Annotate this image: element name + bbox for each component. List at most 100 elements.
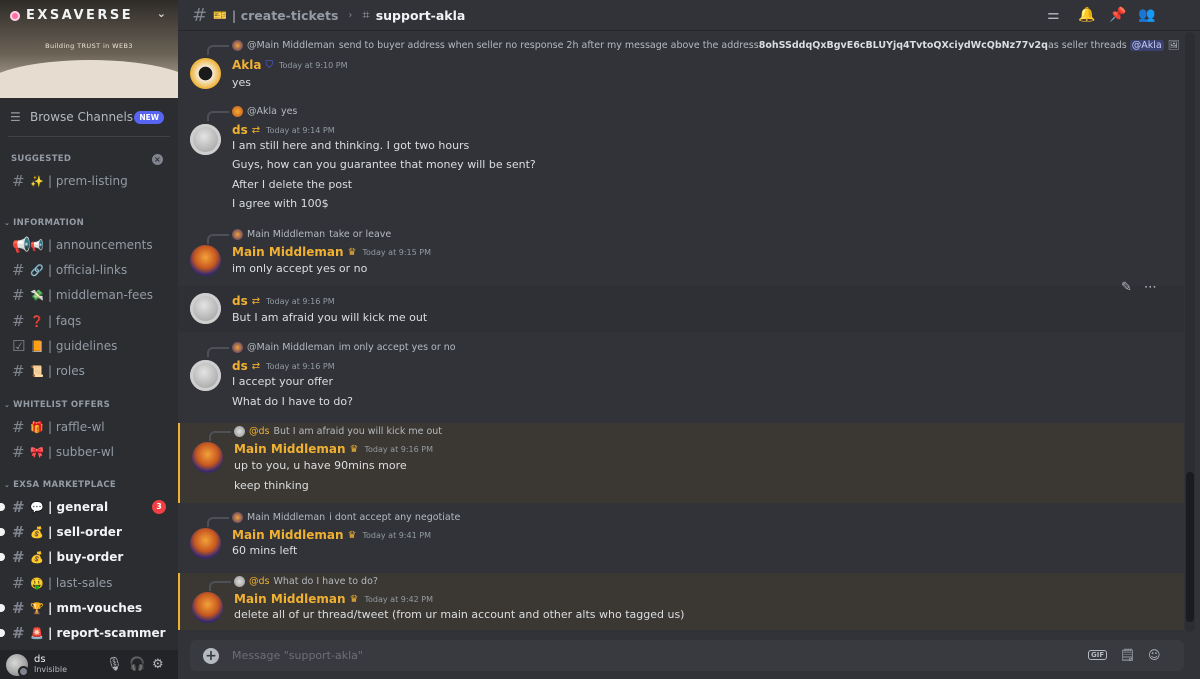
channel-label: | last-sales	[48, 576, 113, 590]
user-names[interactable]: ds Invisible	[34, 654, 67, 675]
threads-icon[interactable]: ⚌	[1047, 7, 1060, 23]
message-author[interactable]: Main Middleman	[232, 528, 344, 542]
timestamp: Today at 9:16 PM	[266, 296, 335, 306]
avatar[interactable]	[190, 528, 221, 559]
channel-sell-order[interactable]: # 💰 | sell-order	[0, 521, 172, 543]
message[interactable]: Main Middleman take or leave Main Middle…	[178, 225, 1184, 277]
message-author[interactable]: ds	[232, 359, 248, 373]
emoji-icon[interactable]: ☺	[1148, 648, 1161, 662]
message[interactable]: @Main Middleman im only accept yes or no…	[178, 338, 1184, 414]
hash-thread-icon: #	[12, 443, 25, 461]
channel-official-links[interactable]: # 🔗 | official-links	[6, 259, 172, 281]
message-text: I agree with 100$	[232, 197, 329, 210]
shield-icon: ⛉	[265, 59, 273, 71]
message-text: But I am afraid you will kick me out	[232, 311, 428, 324]
gear-icon[interactable]: ⚙	[152, 657, 164, 672]
reply-author: @ds	[249, 426, 270, 437]
close-icon[interactable]: ×	[152, 153, 163, 165]
avatar[interactable]	[6, 653, 29, 677]
channel-buy-order[interactable]: # 💰 | buy-order	[0, 546, 172, 568]
plus-icon[interactable]: +	[203, 647, 219, 664]
timestamp: Today at 9:16 PM	[364, 444, 433, 454]
message-mention-highlight[interactable]: @ds But I am afraid you will kick me out…	[178, 423, 1184, 503]
timestamp: Today at 9:42 PM	[364, 594, 433, 604]
crown-badge-icon: ♛	[347, 246, 357, 258]
message[interactable]: @Main Middleman send to buyer address wh…	[178, 36, 1184, 94]
message-author[interactable]: Akla	[232, 58, 261, 72]
avatar[interactable]	[192, 442, 223, 473]
message-header: ds ⇄ Today at 9:16 PM	[232, 294, 335, 308]
message-mention-highlight[interactable]: @ds What do I have to do? Main Middleman…	[178, 573, 1184, 630]
message-author[interactable]: Main Middleman	[234, 592, 346, 606]
gif-icon[interactable]: GIF	[1088, 650, 1108, 660]
more-options-icon[interactable]: ⋯	[1144, 280, 1157, 295]
channel-guidelines[interactable]: ☑ 📙 | guidelines	[6, 335, 172, 357]
avatar	[232, 40, 243, 51]
avatar[interactable]	[190, 124, 221, 155]
headphones-icon[interactable]: 🎧	[129, 657, 145, 672]
avatar[interactable]	[192, 592, 223, 623]
channel-raffle-wl[interactable]: # 🎁 | raffle-wl	[6, 416, 172, 438]
avatar[interactable]	[190, 293, 221, 324]
channel-label: | prem-listing	[48, 174, 128, 188]
server-logo-icon	[10, 10, 20, 21]
channel-mm-vouches[interactable]: # 🏆 | mm-vouches	[0, 597, 172, 619]
scrollbar-thumb[interactable]	[1186, 472, 1194, 622]
channel-announcements[interactable]: 📢 📢 | announcements	[6, 234, 172, 256]
browse-channels[interactable]: ☰ Browse Channels NEW	[10, 108, 170, 126]
money-wings-icon: 💸	[30, 288, 44, 302]
bell-icon[interactable]: 🔔	[1078, 7, 1095, 23]
reply-preview[interactable]: Main Middleman take or leave	[207, 229, 391, 244]
message[interactable]: Main Middleman i dont accept any negotia…	[178, 508, 1184, 564]
channel-label: | guidelines	[48, 339, 118, 353]
microphone-icon[interactable]: 🎙	[106, 657, 123, 672]
category-suggested[interactable]: SUGGESTED ×	[11, 153, 163, 165]
reply-preview[interactable]: @ds But I am afraid you will kick me out	[209, 426, 442, 441]
channel-roles[interactable]: # 📜 | roles	[6, 360, 172, 382]
category-marketplace[interactable]: ⌄ EXSA MARKETPLACE	[4, 480, 116, 490]
channel-last-sales[interactable]: # 🤑 | last-sales	[6, 572, 172, 594]
avatar[interactable]	[190, 360, 221, 391]
message-input[interactable]	[232, 649, 932, 662]
channel-prem-listing[interactable]: # ✨ | prem-listing	[6, 170, 172, 192]
reply-spine	[207, 111, 229, 121]
channel-label: | official-links	[48, 263, 128, 277]
reply-preview[interactable]: @ds What do I have to do?	[209, 576, 378, 591]
chevron-down-icon[interactable]: ⌄	[157, 7, 166, 20]
book-icon: 📙	[30, 339, 44, 353]
reply-preview[interactable]: Main Middleman i dont accept any negotia…	[207, 512, 460, 527]
avatar[interactable]	[190, 58, 221, 89]
server-header[interactable]: EXSAVERSE ⌄	[0, 0, 178, 31]
sticker-icon[interactable]: 🗒	[1120, 648, 1135, 662]
divider	[8, 136, 170, 137]
timestamp: Today at 9:41 PM	[362, 530, 431, 540]
members-icon[interactable]: 👥	[1138, 7, 1155, 23]
category-information[interactable]: ⌄ INFORMATION	[4, 218, 84, 228]
message-text: What do I have to do?	[232, 395, 353, 408]
message-author[interactable]: Main Middleman	[234, 442, 346, 456]
avatar[interactable]	[190, 245, 221, 276]
message-author[interactable]: ds	[232, 294, 248, 308]
reply-preview[interactable]: @Main Middleman im only accept yes or no	[207, 342, 456, 357]
mention-ping[interactable]: @Akla	[1129, 40, 1164, 51]
message-author[interactable]: ds	[232, 123, 248, 137]
message[interactable]: @Akla yes ds ⇄ Today at 9:14 PM I am sti…	[178, 102, 1184, 214]
message-text: delete all of ur thread/tweet (from ur m…	[234, 608, 685, 621]
image-icon: 🖼	[1167, 40, 1180, 51]
channel-report-scammer[interactable]: # 🚨 | report-scammer	[0, 622, 172, 644]
pencil-icon[interactable]: ✎	[1121, 280, 1132, 295]
reply-preview[interactable]: @Main Middleman send to buyer address wh…	[207, 40, 1180, 55]
category-whitelist[interactable]: ⌄ WHITELIST OFFERS	[4, 400, 110, 410]
message[interactable]: ds ⇄ Today at 9:16 PM But I am afraid yo…	[178, 286, 1184, 332]
sparkles-icon: ✨	[30, 174, 44, 188]
banner-tagline: Building TRUST in WEB3	[45, 42, 133, 50]
channel-subber-wl[interactable]: # 🎀 | subber-wl	[6, 441, 172, 463]
breadcrumb-channel[interactable]: | create-tickets	[232, 8, 339, 23]
scrollbar[interactable]	[1185, 32, 1195, 632]
pin-icon[interactable]: 📌	[1109, 7, 1126, 23]
message-author[interactable]: Main Middleman	[232, 245, 344, 259]
channel-faqs[interactable]: # ❓ | faqs	[6, 310, 172, 332]
channel-general[interactable]: # 💬 | general 3	[0, 496, 172, 518]
channel-middleman-fees[interactable]: # 💸 | middleman-fees	[6, 284, 172, 306]
reply-preview[interactable]: @Akla yes	[207, 106, 297, 121]
